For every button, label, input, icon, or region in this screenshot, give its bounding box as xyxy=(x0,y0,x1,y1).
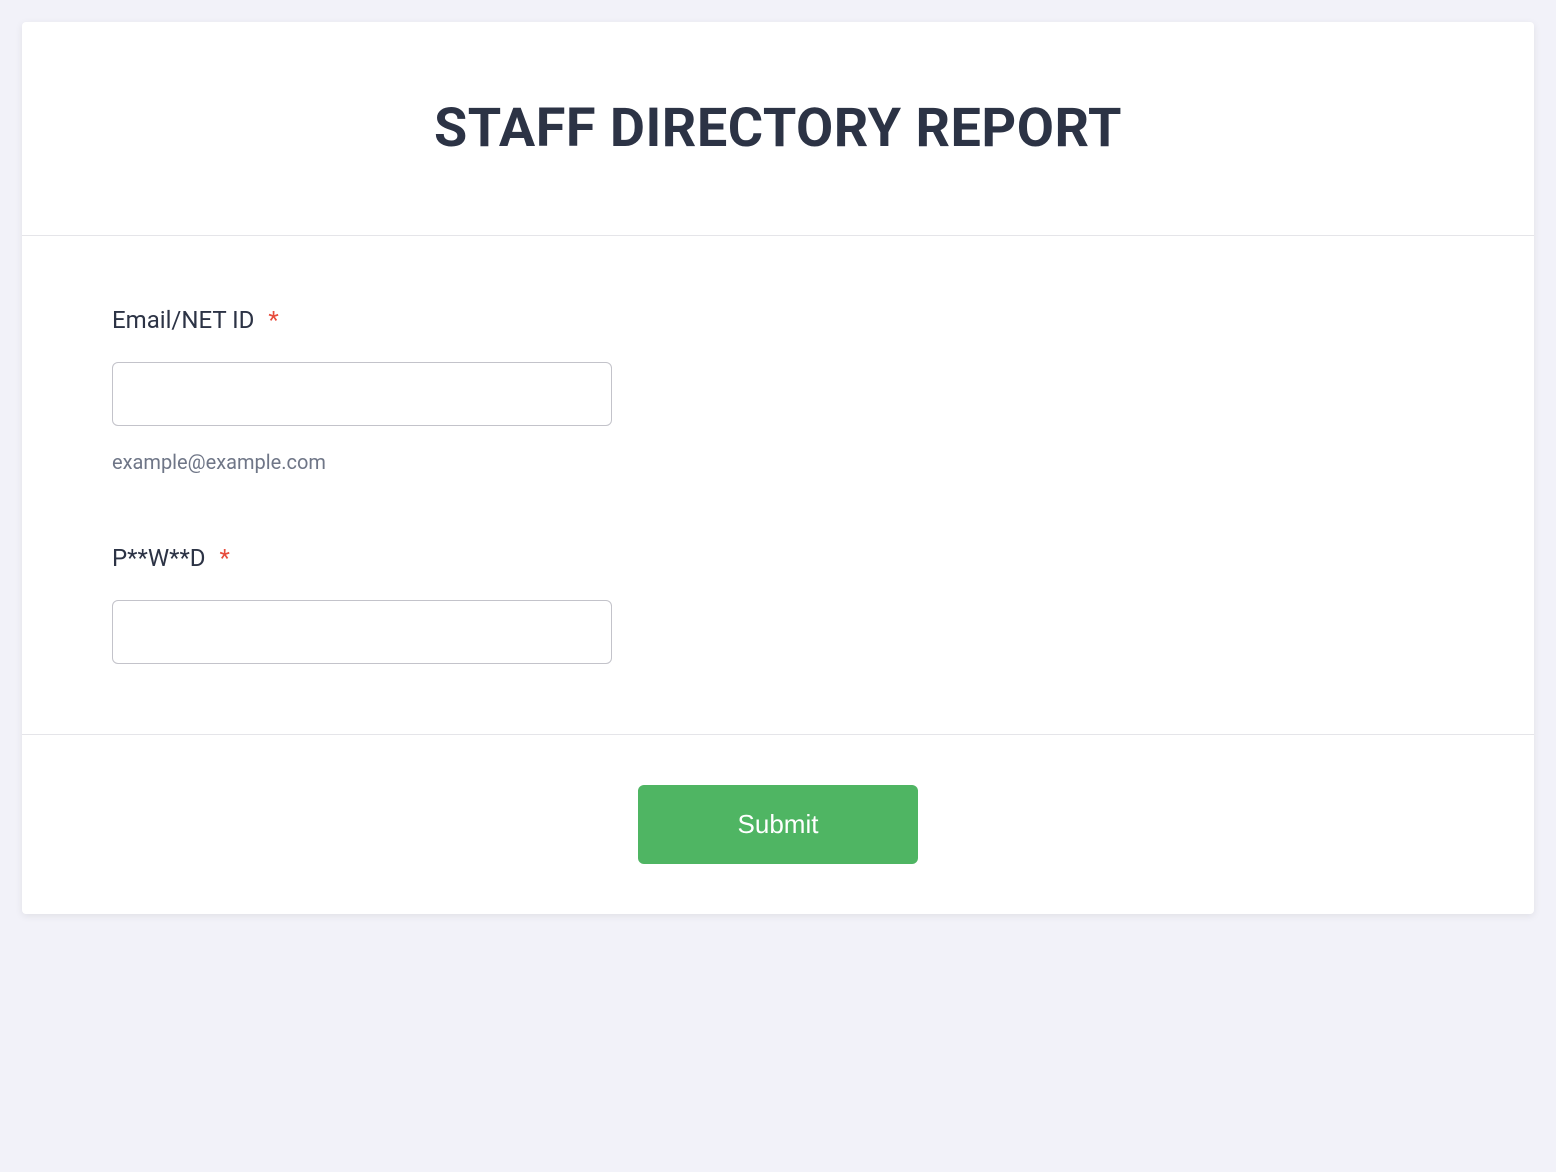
required-asterisk-icon: * xyxy=(268,306,278,334)
submit-section: Submit xyxy=(22,735,1534,914)
required-asterisk-icon: * xyxy=(219,544,229,572)
email-label: Email/NET ID * xyxy=(112,306,1444,334)
password-field-group: P**W**D * xyxy=(112,544,1444,664)
form-card: STAFF DIRECTORY REPORT Email/NET ID * ex… xyxy=(22,22,1534,914)
password-input[interactable] xyxy=(112,600,612,664)
email-hint: example@example.com xyxy=(112,450,1444,474)
page-title: STAFF DIRECTORY REPORT xyxy=(62,97,1494,160)
password-label: P**W**D * xyxy=(112,544,1444,572)
header-section: STAFF DIRECTORY REPORT xyxy=(22,22,1534,236)
email-label-text: Email/NET ID xyxy=(112,306,254,334)
email-input[interactable] xyxy=(112,362,612,426)
fields-section: Email/NET ID * example@example.com P**W*… xyxy=(22,236,1534,735)
email-field-group: Email/NET ID * example@example.com xyxy=(112,306,1444,474)
password-label-text: P**W**D xyxy=(112,544,206,572)
submit-button[interactable]: Submit xyxy=(638,785,919,864)
